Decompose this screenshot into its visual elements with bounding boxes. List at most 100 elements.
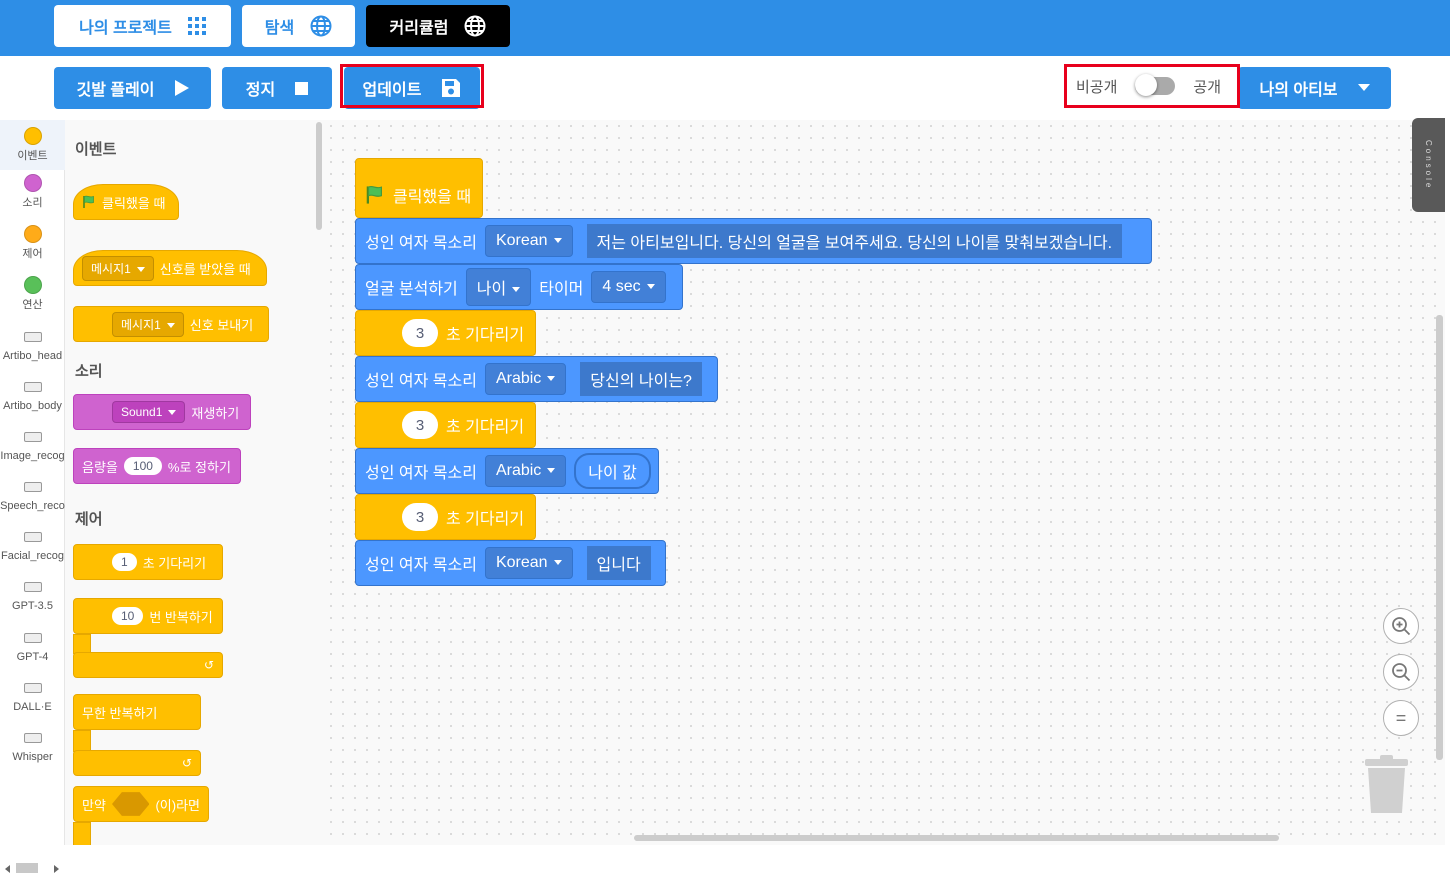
category-operators[interactable]: 연산 [0,276,65,312]
category-sound[interactable]: 소리 [0,174,65,210]
when-flag-clicked-block[interactable]: 클릭했을 때 [73,184,179,220]
repeat-input[interactable]: 10 [112,607,144,625]
stop-button[interactable]: 정지 [222,67,332,109]
bottom-scroll-thumb[interactable] [16,863,38,873]
block-label: 초 기다리기 [446,511,525,528]
console-tab[interactable]: Console [1412,118,1445,212]
category-dalle[interactable]: DALL·E [0,679,65,713]
visibility-highlight-box [1064,64,1240,108]
block-label: 재생하기 [191,405,240,421]
category-label: Image_recog [0,450,65,462]
wait-block[interactable]: 1 초 기다리기 [73,544,223,580]
category-artibo-body[interactable]: Artibo_body [0,378,65,412]
speech-text-input[interactable]: 당신의 나이는? [580,362,702,396]
extension-icon [23,482,42,492]
voice-label: 성인 여자 목소리 [365,235,477,252]
category-events[interactable]: 이벤트 [0,120,65,170]
voice-speak-block-2[interactable]: 성인 여자 목소리 Arabic 당신의 나이는? [355,356,718,402]
my-artibo-dropdown[interactable]: 나의 아티보 [1238,67,1391,109]
my-projects-tab[interactable]: 나의 프로젝트 [54,5,231,47]
chevron-down-icon [1357,84,1370,91]
category-image-recog[interactable]: Image_recog [0,428,65,462]
message-dropdown[interactable]: 메시지1 [112,311,184,337]
script-canvas[interactable]: 클릭했을 때 성인 여자 목소리 Korean 저는 아티보입니다. 당신의 얼… [325,120,1445,845]
broadcast-block[interactable]: 메시지1 신호 보내기 [73,306,269,342]
canvas-horizontal-scrollbar[interactable] [634,835,1279,841]
wait-seconds-input[interactable]: 3 [402,319,438,347]
when-flag-clicked-hat[interactable]: 클릭했을 때 [355,158,483,218]
play-icon [174,80,189,96]
timer-dropdown[interactable]: 4 sec [591,271,666,303]
volume-input[interactable]: 100 [123,457,162,475]
category-facial-recog[interactable]: Facial_recog [0,528,65,562]
extension-icon [23,633,42,643]
block-label: 초 기다리기 [446,327,525,344]
if-block[interactable]: 만약 (이)라면 [73,786,209,822]
block-palette: 이벤트 클릭했을 때 메시지1 신호를 받았을 때 메시지1 신호 보내기 소리… [65,120,325,845]
voice-speak-block-1[interactable]: 성인 여자 목소리 Korean 저는 아티보입니다. 당신의 얼굴을 보여주세… [355,218,1152,264]
face-analyze-block[interactable]: 얼굴 분석하기 나이 타이머 4 sec [355,264,683,310]
scroll-right-arrow-icon[interactable] [52,865,60,873]
palette-scrollbar[interactable] [316,122,322,230]
scroll-left-arrow-icon[interactable] [4,865,12,873]
my-artibo-label: 나의 아티보 [1259,82,1338,99]
voice-label: 성인 여자 목소리 [365,373,477,390]
voice-speak-block-4[interactable]: 성인 여자 목소리 Korean 입니다 [355,540,666,586]
wait-seconds-input[interactable]: 3 [402,411,438,439]
message-dropdown[interactable]: 메시지1 [82,255,154,281]
trash-can-icon[interactable] [1364,755,1409,815]
repeat-block[interactable]: 10 번 반복하기 [73,598,223,634]
voice-label: 성인 여자 목소리 [365,557,477,574]
category-label: 연산 [22,299,43,311]
zoom-out-button[interactable] [1383,654,1419,690]
language-dropdown[interactable]: Korean [484,225,573,257]
control-section-title: 제어 [75,511,103,528]
block-label: %로 정하기 [167,459,231,475]
operators-color-dot [23,276,42,294]
forever-block-mouth [73,730,91,752]
category-whisper[interactable]: Whisper [0,729,65,763]
wait-input[interactable]: 1 [112,553,137,571]
extension-icon [23,432,42,442]
category-artibo-head[interactable]: Artibo_head [0,328,65,362]
when-receive-block[interactable]: 메시지1 신호를 받았을 때 [73,250,267,286]
language-dropdown[interactable]: Arabic [484,455,567,487]
wait-seconds-input[interactable]: 3 [402,503,438,531]
category-gpt35[interactable]: GPT-3.5 [0,578,65,612]
language-dropdown[interactable]: Korean [484,547,573,579]
sound-dropdown[interactable]: Sound1 [112,401,186,423]
zoom-reset-button[interactable]: = [1383,700,1419,736]
my-projects-label: 나의 프로젝트 [79,20,172,37]
voice-speak-block-3[interactable]: 성인 여자 목소리 Arabic 나이 값 [355,448,659,494]
category-control[interactable]: 제어 [0,225,65,261]
block-label: 초 기다리기 [142,555,207,571]
language-dropdown[interactable]: Arabic [484,363,567,395]
explore-tab[interactable]: 탐색 [242,5,355,47]
control-color-dot [23,225,42,243]
curriculum-tab[interactable]: 커리큘럼 [366,5,510,47]
wait-block-1[interactable]: 3 초 기다리기 [355,310,536,356]
wait-block-3[interactable]: 3 초 기다리기 [355,494,536,540]
set-volume-block[interactable]: 음량을 100 %로 정하기 [73,448,241,484]
dropdown-arrow-icon [512,287,521,293]
globe-icon [310,15,332,37]
block-label: 클릭했을 때 [393,189,472,206]
speech-text-input[interactable]: 입니다 [586,546,651,580]
canvas-vertical-scrollbar[interactable] [1436,315,1443,760]
wait-block-2[interactable]: 3 초 기다리기 [355,402,536,448]
zoom-in-button[interactable] [1383,608,1419,644]
zoom-in-icon [1392,617,1411,636]
update-highlight-box [340,64,484,108]
age-value-reporter[interactable]: 나이 값 [574,453,651,489]
speech-text-input[interactable]: 저는 아티보입니다. 당신의 얼굴을 보여주세요. 당신의 나이를 맞춰보겠습니… [586,224,1123,258]
category-speech-recog[interactable]: Speech_reco [0,478,65,512]
attribute-dropdown[interactable]: 나이 [465,268,532,306]
green-flag-icon [83,195,94,208]
console-label: Console [1424,139,1433,191]
category-gpt4[interactable]: GPT-4 [0,629,65,663]
repeat-block-bottom: ↺ [73,652,223,678]
play-sound-block[interactable]: Sound1 재생하기 [73,394,251,430]
flag-play-button[interactable]: 깃발 플레이 [54,67,211,109]
dropdown-arrow-icon [553,560,562,566]
forever-block[interactable]: 무한 반복하기 [73,694,201,730]
